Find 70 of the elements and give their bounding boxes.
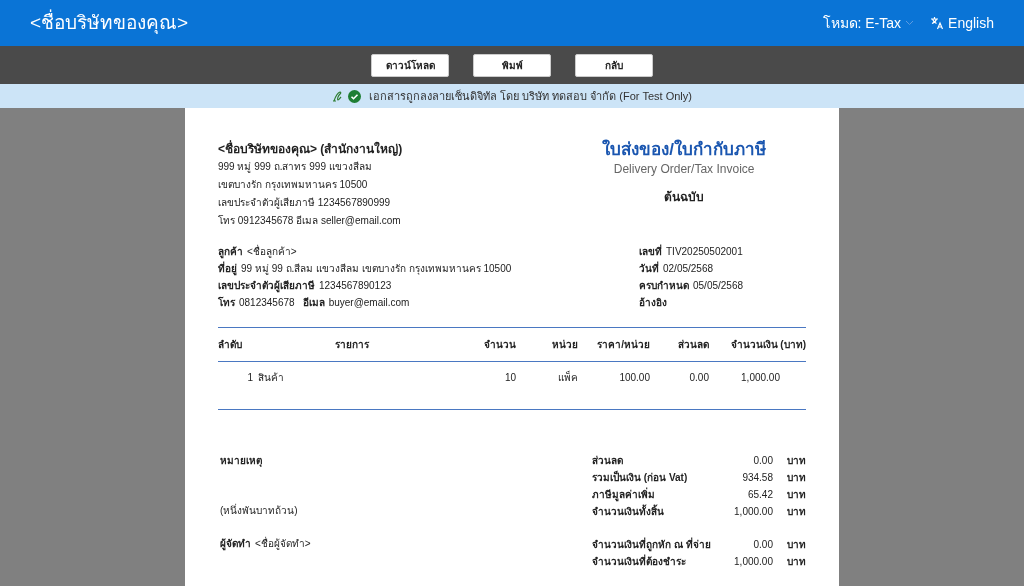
column-header: ส่วนลด xyxy=(650,327,709,362)
field-label: อีเมล xyxy=(302,296,325,310)
total-value: 1,000.00 xyxy=(733,555,773,569)
total-label: รวมเป็นเงิน (ก่อน Vat) xyxy=(592,469,689,485)
field-label: ลูกค้า xyxy=(218,245,243,260)
field-value: TIV20250502001 xyxy=(666,245,743,259)
table-cell: 100.00 xyxy=(578,361,650,409)
total-label: ส่วนลด xyxy=(592,454,624,468)
column-header: รายการ xyxy=(258,327,446,362)
table-cell: 10 xyxy=(446,361,516,409)
field-label: ครบกำหนด xyxy=(639,279,689,293)
field-label: เลขประจำตัวผู้เสียภาษี xyxy=(218,279,315,294)
field-label: อ้างอิง xyxy=(639,296,667,310)
total-label: จำนวนเงินที่ถูกหัก ณ ที่จ่าย xyxy=(592,536,712,553)
amount-in-words: (หนึ่งพันบาทถ้วน) xyxy=(220,502,299,518)
table-cell: 0.00 xyxy=(650,361,709,409)
translate-icon xyxy=(930,16,945,30)
total-label: จำนวนเงินที่ต้องชำระ xyxy=(592,553,687,569)
table-cell: สินค้า xyxy=(258,361,446,409)
total-value: 934.58 xyxy=(741,471,773,485)
column-header: ลำดับ xyxy=(218,327,258,362)
app-title: <ชื่อบริษัทของคุณ> xyxy=(30,8,189,36)
unit-label: บาท xyxy=(786,488,806,502)
field-label: วันที่ xyxy=(639,260,659,276)
unit-label: บาท xyxy=(786,555,806,569)
unit-label: บาท xyxy=(786,471,806,485)
total-value: 0.00 xyxy=(752,454,773,468)
unit-label: บาท xyxy=(786,505,806,519)
field-value: 99 หมู่ 99 ถ.สีลม แขวงสีลม เขตบางรัก กรุงเทพมหานคร 10500 xyxy=(241,262,512,277)
column-header: จำนวน xyxy=(446,327,516,362)
table-cell: 1,000.00 xyxy=(709,361,806,409)
document-title: ใบส่งของ/ใบกำกับภาษี xyxy=(602,140,766,160)
field-value: 02/05/2568 xyxy=(663,262,714,276)
field-value: <ชื่อลูกค้า> xyxy=(247,243,297,260)
total-value: 65.42 xyxy=(746,488,773,502)
toolbar-button[interactable]: กลับ xyxy=(575,53,653,77)
column-header: จำนวนเงิน (บาท) xyxy=(709,327,806,362)
unit-label: บาท xyxy=(786,538,806,552)
toolbar-button[interactable]: พิมพ์ xyxy=(473,53,551,77)
field-value: <ชื่อผู้จัดทำ> xyxy=(255,535,311,552)
document-subtitle: Delivery Order/Tax Invoice xyxy=(612,161,756,178)
total-label: ภาษีมูลค่าเพิ่ม xyxy=(592,486,656,503)
unit-label: บาท xyxy=(786,454,806,468)
column-header: หน่วย xyxy=(516,327,578,362)
total-label: จำนวนเงินทั้งสิ้น xyxy=(592,503,665,519)
seller-line: เลขประจำตัวผู้เสียภาษี 1234567890999 xyxy=(218,196,392,211)
field-label: โทร xyxy=(218,296,235,310)
field-value: 05/05/2568 xyxy=(693,279,744,293)
toolbar-button[interactable]: ดาวน์โหลด xyxy=(371,53,449,77)
seller-line: เขตบางรัก กรุงเทพมหานคร 10500 xyxy=(218,178,369,193)
field-label: เลขที่ xyxy=(639,243,662,259)
remark-label: หมายเหตุ xyxy=(220,454,263,469)
table-cell: 1 xyxy=(218,361,258,409)
field-value: buyer@email.com xyxy=(328,296,410,310)
field-label: ที่อยู่ xyxy=(218,260,237,277)
field-label: ผู้จัดทำ xyxy=(220,537,251,552)
signature-text: เอกสารถูกลงลายเซ็นดิจิทัล โดย บริษัท ทดสอบ จำกัด (For Test Only) xyxy=(369,88,692,105)
column-header: ราคา/หน่วย xyxy=(578,327,650,362)
total-value: 0.00 xyxy=(752,538,773,552)
total-value: 1,000.00 xyxy=(733,505,773,519)
seller-line: 999 หมู่ 999 ถ.สาทร 999 แขวงสีลม xyxy=(218,160,373,175)
language-selector[interactable]: English xyxy=(930,12,994,34)
mode-dropdown[interactable]: โหมด: E-Tax xyxy=(822,12,915,34)
seller-name: <ชื่อบริษัทของคุณ> (สำนักงานใหญ่) xyxy=(218,140,403,158)
chevron-icon xyxy=(905,20,915,26)
copy-label: ต้นฉบับ xyxy=(663,189,706,206)
field-value: 1234567890123 xyxy=(319,279,392,293)
field-value: 0812345678 xyxy=(239,296,295,310)
seller-line: โทร 0912345678 อีเมล seller@email.com xyxy=(218,214,402,228)
table-cell: แพ็ค xyxy=(516,361,578,409)
